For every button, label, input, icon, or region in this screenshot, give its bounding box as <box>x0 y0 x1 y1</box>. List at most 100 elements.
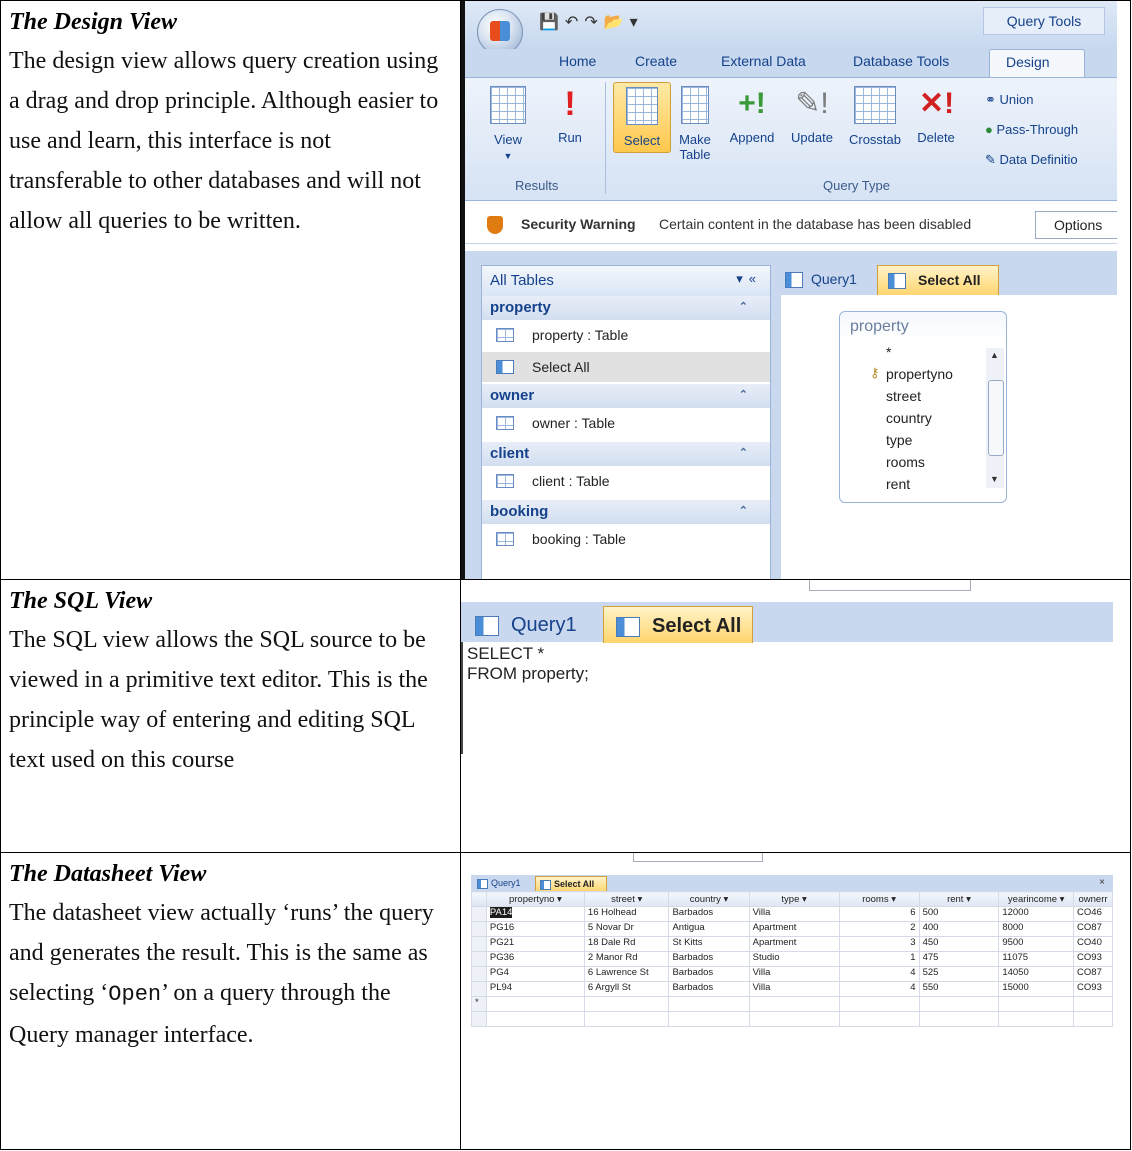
redo-icon[interactable]: ↷ <box>584 14 603 31</box>
table-cell[interactable]: St Kitts <box>668 936 750 952</box>
table-cell[interactable]: 4 <box>838 981 920 997</box>
table-cell[interactable]: 500 <box>918 906 1000 922</box>
new-record-row[interactable]: * <box>471 996 1113 1012</box>
tab-select-all[interactable]: Select All <box>603 606 753 643</box>
row-selector[interactable] <box>471 936 487 952</box>
table-cell[interactable]: 15000 <box>998 981 1075 997</box>
field-item[interactable]: propertyno <box>886 366 953 382</box>
field-item[interactable]: street <box>886 388 921 404</box>
scroll-down-icon[interactable]: ▼ <box>990 474 999 484</box>
nav-item-property-table[interactable]: property : Table <box>482 320 770 350</box>
table-cell[interactable]: 8000 <box>998 921 1075 937</box>
table-cell[interactable]: Villa <box>748 966 840 982</box>
table-cell[interactable]: Barbados <box>668 966 750 982</box>
table-cell[interactable]: 6 <box>838 906 920 922</box>
table-cell[interactable]: 14050 <box>998 966 1075 982</box>
table-cell[interactable]: Villa <box>748 981 840 997</box>
column-header[interactable]: rooms ▾ <box>838 891 920 907</box>
table-cell[interactable]: PG4 <box>485 966 585 982</box>
table-cell[interactable]: 3 <box>838 936 920 952</box>
table-cell[interactable]: 525 <box>918 966 1000 982</box>
table-cell[interactable]: 9500 <box>998 936 1075 952</box>
table-cell[interactable]: 2 Manor Rd <box>583 951 670 967</box>
table-cell[interactable] <box>838 996 920 1012</box>
nav-item-owner-table[interactable]: owner : Table <box>482 408 770 438</box>
select-query-button[interactable]: Select <box>613 82 671 153</box>
table-cell[interactable]: Apartment <box>748 936 840 952</box>
nav-group-owner[interactable]: owner ⌃ <box>482 384 770 408</box>
field-list-scrollbar[interactable]: ▲ ▼ <box>986 348 1004 488</box>
property-table-field-list[interactable]: property * ⚷ propertyno street country t… <box>839 311 1007 503</box>
table-cell[interactable]: PA14 <box>485 906 585 922</box>
table-row[interactable]: PG36 2 Manor Rd Barbados Studio 1 475 11… <box>471 951 1113 967</box>
tab-home[interactable]: Home <box>559 53 596 69</box>
close-icon[interactable]: × <box>1099 877 1105 888</box>
table-cell[interactable]: PG36 <box>485 951 585 967</box>
table-cell[interactable]: 4 <box>838 966 920 982</box>
tab-query1[interactable]: Query1 <box>781 265 877 295</box>
table-row[interactable]: PG4 6 Lawrence St Barbados Villa 4 525 1… <box>471 966 1113 982</box>
nav-item-client-table[interactable]: client : Table <box>482 466 770 496</box>
undo-icon[interactable]: ↶ <box>565 14 584 31</box>
data-definition-button[interactable]: ✎ Data Definitio <box>985 152 1078 168</box>
column-header[interactable]: ownerr <box>1073 891 1113 907</box>
column-header[interactable]: street ▾ <box>583 891 670 907</box>
column-header[interactable]: yearincome ▾ <box>998 891 1075 907</box>
field-item[interactable]: type <box>886 432 912 448</box>
table-cell[interactable]: 2 <box>838 921 920 937</box>
table-cell[interactable]: PG16 <box>485 921 585 937</box>
table-row[interactable]: PL94 6 Argyll St Barbados Villa 4 550 15… <box>471 981 1113 997</box>
table-cell[interactable]: 11075 <box>998 951 1075 967</box>
view-button[interactable]: View ▼ <box>483 86 533 164</box>
open-folder-icon[interactable]: 📂 <box>604 14 630 31</box>
table-cell[interactable]: Studio <box>748 951 840 967</box>
make-table-button[interactable]: Make Table <box>673 86 717 162</box>
append-button[interactable]: +! Append <box>723 86 781 145</box>
table-cell[interactable]: CO87 <box>1073 966 1113 982</box>
tab-select-all[interactable]: Select All <box>877 265 999 296</box>
table-cell[interactable]: 450 <box>918 936 1000 952</box>
row-selector[interactable] <box>471 981 487 997</box>
table-cell[interactable]: 18 Dale Rd <box>583 936 670 952</box>
table-cell[interactable]: Villa <box>748 906 840 922</box>
table-cell[interactable]: Antigua <box>668 921 750 937</box>
nav-group-booking[interactable]: booking ⌃ <box>482 500 770 524</box>
crosstab-button[interactable]: Crosstab <box>843 86 907 147</box>
table-cell[interactable]: 16 Holhead <box>583 906 670 922</box>
column-header[interactable]: rent ▾ <box>918 891 1000 907</box>
field-item[interactable]: * <box>886 344 891 360</box>
table-cell[interactable]: CO87 <box>1073 921 1113 937</box>
table-cell[interactable]: 6 Lawrence St <box>583 966 670 982</box>
navigation-pane-header[interactable]: All Tables ▾« <box>481 265 771 297</box>
table-cell[interactable]: 1 <box>838 951 920 967</box>
table-cell[interactable]: 550 <box>918 981 1000 997</box>
table-row[interactable]: PG21 18 Dale Rd St Kitts Apartment 3 450… <box>471 936 1113 952</box>
table-cell[interactable] <box>1073 996 1113 1012</box>
field-item[interactable]: country <box>886 410 932 426</box>
delete-button[interactable]: ✕! Delete <box>911 86 961 145</box>
tab-database-tools[interactable]: Database Tools <box>853 53 949 69</box>
run-button[interactable]: ! Run <box>545 86 595 145</box>
table-cell[interactable]: Barbados <box>668 981 750 997</box>
nav-group-property[interactable]: property ⌃ <box>482 296 770 320</box>
row-selector[interactable] <box>471 906 487 922</box>
tab-create[interactable]: Create <box>635 53 677 69</box>
scroll-thumb[interactable] <box>988 380 1004 456</box>
nav-collapse-icon[interactable]: « <box>749 271 762 286</box>
tab-query1[interactable]: Query1 <box>473 876 535 891</box>
table-cell[interactable]: 400 <box>918 921 1000 937</box>
table-cell[interactable] <box>485 996 585 1012</box>
table-cell[interactable]: Barbados <box>668 951 750 967</box>
pass-through-button[interactable]: ● Pass-Through <box>985 122 1078 137</box>
row-selector[interactable] <box>471 951 487 967</box>
field-item[interactable]: rent <box>886 476 910 492</box>
tab-external-data[interactable]: External Data <box>721 53 806 69</box>
column-header[interactable]: propertyno ▾ <box>485 891 585 907</box>
table-cell[interactable]: CO40 <box>1073 936 1113 952</box>
table-cell[interactable] <box>918 996 1000 1012</box>
table-cell[interactable]: CO93 <box>1073 951 1113 967</box>
nav-item-booking-table[interactable]: booking : Table <box>482 524 770 554</box>
table-row[interactable]: PA14 16 Holhead Barbados Villa 6 500 120… <box>471 906 1113 922</box>
table-cell[interactable] <box>583 996 670 1012</box>
row-selector[interactable] <box>471 921 487 937</box>
